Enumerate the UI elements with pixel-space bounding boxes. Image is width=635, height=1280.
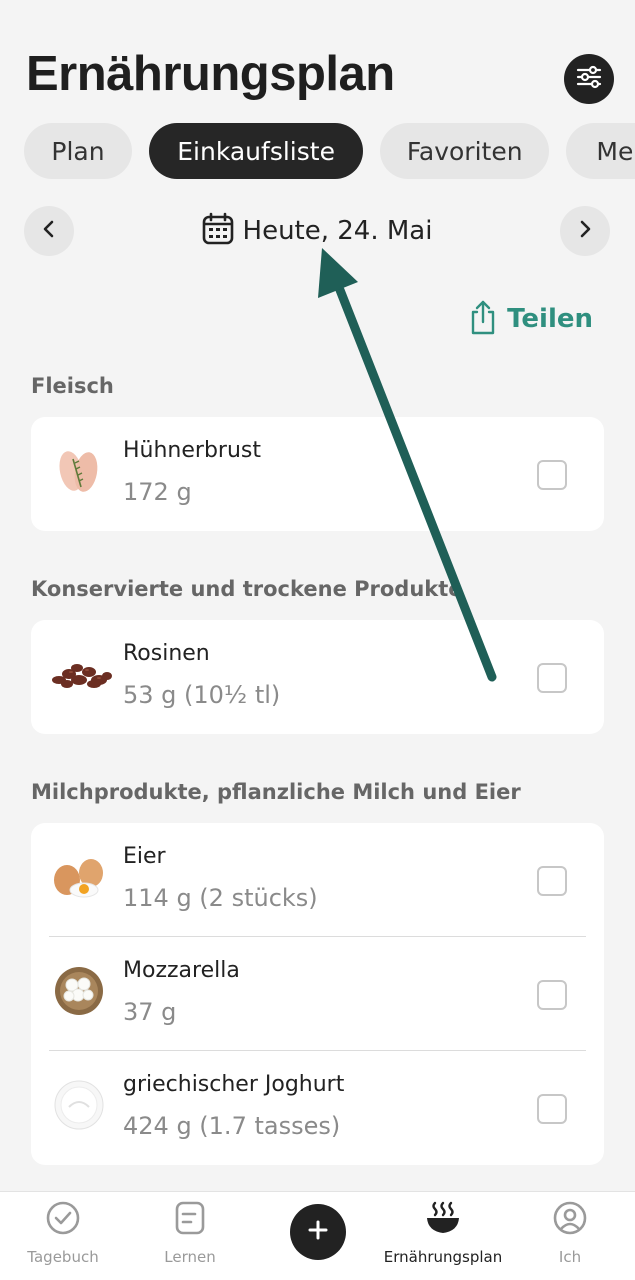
bowl-icon — [425, 1200, 461, 1240]
item-quantity: 172 g — [123, 478, 192, 506]
list-item[interactable]: griechischer Joghurt 424 g (1.7 tasses) — [31, 1051, 604, 1165]
item-name: Mozzarella — [123, 958, 240, 983]
item-quantity: 53 g (10½ tl) — [123, 681, 281, 709]
share-button[interactable]: Teilen — [469, 299, 593, 339]
chicken-breast-thumbnail — [51, 443, 107, 499]
calendar-icon — [202, 212, 234, 250]
chevron-right-icon — [575, 219, 595, 243]
list-item[interactable]: Eier 114 g (2 stücks) — [31, 823, 604, 937]
tab-einkaufsliste[interactable]: Einkaufsliste — [149, 123, 364, 179]
nav-label: Lernen — [164, 1248, 216, 1266]
tab-plan[interactable]: Plan — [24, 123, 132, 179]
nav-label: Tagebuch — [27, 1248, 99, 1266]
item-name: Eier — [123, 844, 166, 869]
item-checkbox[interactable] — [537, 663, 567, 693]
add-button[interactable] — [290, 1204, 346, 1260]
page-title: Ernährungsplan — [26, 47, 395, 101]
item-name: griechischer Joghurt — [123, 1072, 345, 1097]
section-title-milchprodukte: Milchprodukte, pflanzliche Milch und Eie… — [31, 780, 521, 804]
nav-label: Ernährungsplan — [383, 1248, 503, 1266]
eggs-thumbnail — [51, 849, 107, 905]
list-item[interactable]: Mozzarella 37 g — [31, 937, 604, 1051]
section-title-konservierte: Konservierte und trockene Produkte — [31, 577, 463, 601]
list-item[interactable]: Rosinen 53 g (10½ tl) — [31, 620, 604, 734]
nav-item-tagebuch[interactable]: Tagebuch — [0, 1201, 128, 1266]
tab-mein[interactable]: Mein — [566, 123, 635, 179]
nav-item-ich[interactable]: Ich — [505, 1201, 635, 1266]
shopping-card-fleisch: Hühnerbrust 172 g — [31, 417, 604, 531]
shopping-card-konservierte: Rosinen 53 g (10½ tl) — [31, 620, 604, 734]
header: Ernährungsplan — [0, 0, 635, 120]
profile-icon — [553, 1201, 587, 1239]
item-name: Hühnerbrust — [123, 438, 261, 463]
nav-item-lernen[interactable]: Lernen — [125, 1201, 255, 1266]
item-checkbox[interactable] — [537, 460, 567, 490]
section-title-fleisch: Fleisch — [31, 374, 114, 398]
next-day-button[interactable] — [560, 206, 610, 256]
mozzarella-thumbnail — [51, 963, 107, 1019]
list-item[interactable]: Hühnerbrust 172 g — [31, 417, 604, 531]
item-checkbox[interactable] — [537, 866, 567, 896]
date-label: Heute, 24. Mai — [242, 216, 433, 246]
date-navigator: Heute, 24. Mai — [24, 206, 610, 256]
tab-favoriten[interactable]: Favoriten — [380, 123, 550, 179]
tab-bar: Plan Einkaufsliste Favoriten Mein — [24, 123, 635, 179]
raisins-thumbnail — [49, 646, 113, 702]
share-label: Teilen — [507, 304, 593, 334]
item-quantity: 424 g (1.7 tasses) — [123, 1112, 341, 1140]
shopping-card-milchprodukte: Eier 114 g (2 stücks) Mozzarella 37 g gr… — [31, 823, 604, 1165]
item-checkbox[interactable] — [537, 1094, 567, 1124]
plus-icon — [307, 1219, 329, 1245]
settings-button[interactable] — [564, 54, 614, 104]
nav-item-ernaehrungsplan[interactable]: Ernährungsplan — [378, 1200, 508, 1266]
document-icon — [175, 1201, 205, 1239]
item-name: Rosinen — [123, 641, 210, 666]
item-checkbox[interactable] — [537, 980, 567, 1010]
bottom-navigation: Tagebuch Lernen Ernährungsplan Ich — [0, 1191, 635, 1280]
item-quantity: 114 g (2 stücks) — [123, 884, 318, 912]
check-circle-icon — [46, 1201, 80, 1239]
item-quantity: 37 g — [123, 998, 177, 1026]
share-icon — [469, 299, 497, 339]
nav-label: Ich — [558, 1248, 582, 1266]
sliders-icon — [574, 62, 604, 96]
date-display[interactable]: Heute, 24. Mai — [24, 212, 610, 250]
yogurt-thumbnail — [51, 1077, 107, 1133]
